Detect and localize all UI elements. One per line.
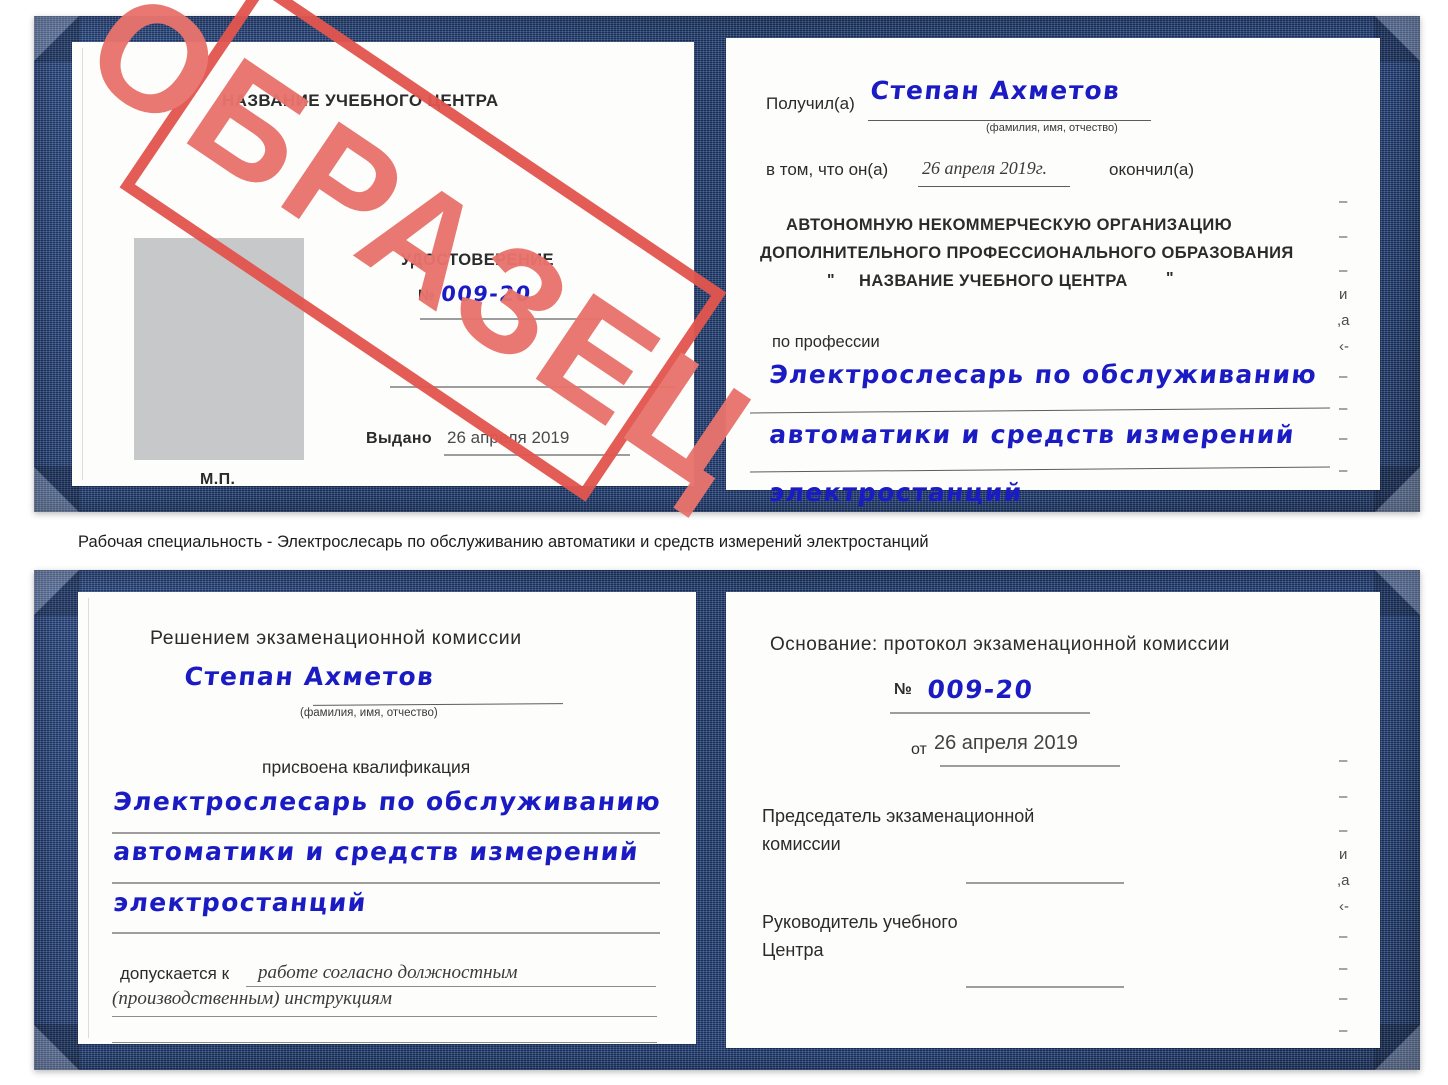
edge2-fragment-3: и xyxy=(1339,846,1348,863)
edge-fragment-9: – xyxy=(1339,462,1348,479)
received-by-label: Получил(а) xyxy=(766,94,855,113)
issued-date-underline xyxy=(444,454,630,456)
top-right-page: Получил(а) Степан Ахметов (фамилия, имя,… xyxy=(726,38,1380,507)
organization-quote-close: " xyxy=(1166,270,1174,287)
qualification-line-1: Электрослесарь по обслуживанию xyxy=(112,787,663,816)
qualification-underline-3 xyxy=(112,932,660,934)
profession-line-3: электростанций xyxy=(768,478,1025,507)
training-center-name-heading: НАЗВАНИЕ УЧЕБНОГО ЦЕНТРА xyxy=(222,91,499,110)
recipient-name-underline xyxy=(868,120,1151,121)
organization-line-3: НАЗВАНИЕ УЧЕБНОГО ЦЕНТРА xyxy=(859,272,1128,290)
completion-date-underline xyxy=(918,186,1070,187)
edge2-fragment-6: – xyxy=(1339,928,1348,945)
admitted-underline-3 xyxy=(112,1042,657,1043)
issued-label: Выдано xyxy=(366,430,433,447)
edge2-fragment-1: – xyxy=(1339,788,1348,805)
certificate-bottom-book: Решением экзаменационной комиссии Степан… xyxy=(34,570,1420,1070)
cover2-corner-top-right xyxy=(1374,570,1420,616)
certificate-top-book: НАЗВАНИЕ УЧЕБНОГО ЦЕНТРА УДОСТОВЕРЕНИЕ №… xyxy=(34,16,1420,512)
profession-underline-1 xyxy=(750,407,1330,414)
edge-fragment-1: – xyxy=(1339,228,1348,245)
edge2-fragment-8: – xyxy=(1339,990,1348,1007)
admitted-underline-2 xyxy=(112,1016,657,1017)
cover2-corner-top-left xyxy=(34,570,80,616)
page-edge-rule-2 xyxy=(88,598,89,1038)
issued-date-value: 26 апреля 2019 xyxy=(447,428,570,447)
edge-fragment-5: ‹- xyxy=(1339,338,1349,355)
chairman-label-line-1: Председатель экзаменационной xyxy=(762,806,1035,826)
admitted-line-1: работе согласно должностным xyxy=(258,962,518,983)
from-date-underline xyxy=(940,765,1120,767)
organization-quote-open: " xyxy=(827,272,835,289)
certificate-number-value: 009-20 xyxy=(440,282,533,306)
page-edge-rule xyxy=(82,48,83,480)
photo-placeholder xyxy=(134,238,304,460)
from-date-value: 26 апреля 2019 xyxy=(934,732,1078,754)
bottom-right-page: Основание: протокол экзаменационной коми… xyxy=(726,592,1380,1048)
protocol-number-underline xyxy=(890,712,1090,714)
basis-protocol-label: Основание: протокол экзаменационной коми… xyxy=(770,634,1230,655)
profession-line-2: автоматики и средств измерений xyxy=(768,420,1297,449)
commission-decision-heading: Решением экзаменационной комиссии xyxy=(150,627,522,649)
organization-line-2: ДОПОЛНИТЕЛЬНОГО ПРОФЕССИОНАЛЬНОГО ОБРАЗО… xyxy=(760,244,1294,262)
cover2-corner-bottom-right xyxy=(1374,1024,1420,1070)
qualification-underline-1 xyxy=(112,832,660,834)
edge2-fragment-2: – xyxy=(1339,822,1348,839)
cover2-corner-bottom-left xyxy=(34,1024,80,1070)
bottom-left-page: Решением экзаменационной комиссии Степан… xyxy=(78,592,696,1044)
cover-corner-bottom-right xyxy=(1374,466,1420,512)
certificate-scan-page: НАЗВАНИЕ УЧЕБНОГО ЦЕНТРА УДОСТОВЕРЕНИЕ №… xyxy=(0,0,1448,1085)
edge-fragment-8: – xyxy=(1339,430,1348,447)
number-symbol-label: № xyxy=(418,287,436,304)
finished-label: окончил(а) xyxy=(1109,160,1194,179)
bottom-name-format-hint: (фамилия, имя, отчество) xyxy=(300,707,438,719)
profession-label: по профессии xyxy=(772,333,880,351)
completion-date-value: 26 апреля 2019г. xyxy=(922,158,1048,178)
cover-corner-top-right xyxy=(1374,16,1420,62)
edge2-fragment-5: ‹- xyxy=(1339,898,1349,915)
organization-line-1: АВТОНОМНУЮ НЕКОММЕРЧЕСКУЮ ОРГАНИЗАЦИЮ xyxy=(786,216,1232,234)
name-format-hint: (фамилия, имя, отчество) xyxy=(986,122,1118,134)
admitted-line-2: (производственным) инструкциям xyxy=(112,988,392,1009)
edge2-fragment-4: ,а xyxy=(1337,872,1350,889)
edge-fragment-4: ,а xyxy=(1337,312,1350,329)
bottom-recipient-name: Степан Ахметов xyxy=(183,662,436,691)
chairman-label-line-2: комиссии xyxy=(762,834,841,854)
protocol-number-value: 009-20 xyxy=(926,675,1035,704)
edge-fragment-6: – xyxy=(1339,368,1348,385)
profession-underline-2 xyxy=(750,466,1330,473)
qualification-underline-2 xyxy=(112,882,660,884)
edge2-fragment-7: – xyxy=(1339,960,1348,977)
qualification-line-3: электростанций xyxy=(112,888,369,917)
admitted-to-label: допускается к xyxy=(120,964,230,983)
qualification-assigned-label: присвоена квалификация xyxy=(262,757,471,777)
edge2-fragment-9: – xyxy=(1339,1022,1348,1039)
profession-line-1: Электрослесарь по обслуживанию xyxy=(768,360,1319,389)
qualification-line-2: автоматики и средств измерений xyxy=(112,837,641,866)
from-date-label: от xyxy=(911,741,927,758)
head-signature-line xyxy=(966,986,1124,988)
in-that-he-label: в том, что он(а) xyxy=(766,160,889,179)
recipient-name-value: Степан Ахметов xyxy=(869,76,1122,105)
protocol-number-label: № xyxy=(894,681,913,698)
edge-fragment-0: – xyxy=(1339,193,1348,210)
bottom-name-underline xyxy=(312,703,564,706)
chairman-signature-line xyxy=(966,882,1124,884)
seal-place-label: М.П. xyxy=(200,471,236,488)
edge-fragment-7: – xyxy=(1339,400,1348,417)
top-left-page: НАЗВАНИЕ УЧЕБНОГО ЦЕНТРА УДОСТОВЕРЕНИЕ №… xyxy=(72,42,694,488)
page-caption: Рабочая специальность - Электрослесарь п… xyxy=(78,533,929,551)
blank-line-middle xyxy=(390,386,675,388)
edge2-fragment-0: – xyxy=(1339,752,1348,769)
edge-fragment-3: и xyxy=(1339,286,1348,303)
head-label-line-2: Центра xyxy=(762,940,824,960)
document-type-label: УДОСТОВЕРЕНИЕ xyxy=(401,251,554,269)
admitted-underline-1 xyxy=(246,986,656,987)
edge-fragment-2: – xyxy=(1339,262,1348,279)
certificate-number-underline xyxy=(420,318,602,320)
head-label-line-1: Руководитель учебного xyxy=(762,912,958,932)
